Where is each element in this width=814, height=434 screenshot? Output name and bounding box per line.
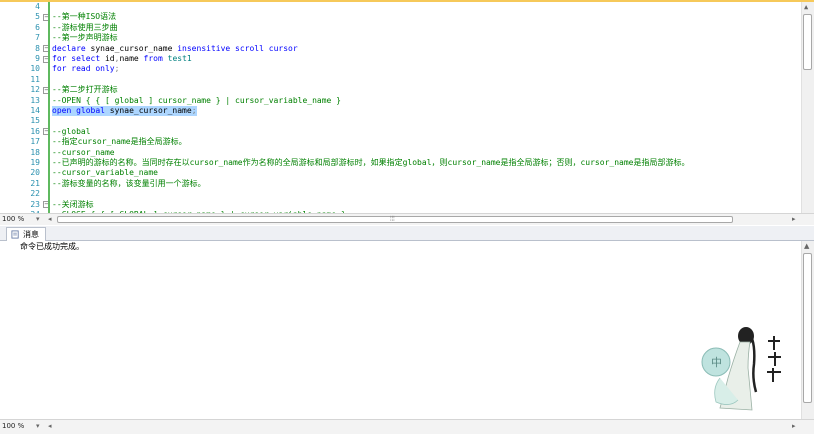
line-number: 9 (35, 54, 40, 63)
code-line[interactable]: --OPEN { { [ global ] cursor_name } | cu… (52, 96, 341, 106)
code-token: synae_cursor_name (85, 43, 178, 53)
messages-vertical-scroll-thumb[interactable] (803, 253, 812, 403)
code-token: id (100, 54, 115, 63)
results-status-bar: 100 % ▾ ◂ ▸ (0, 419, 814, 434)
code-line[interactable]: --已声明的游标的名称。当同时存在以cursor_name作为名称的全局游标和局… (52, 158, 689, 168)
code-token: for select (52, 54, 101, 63)
line-number: 8 (35, 43, 40, 53)
line-number: 12 (30, 85, 40, 95)
code-token: from (143, 54, 163, 63)
editor-vertical-scroll-thumb[interactable] (803, 14, 812, 70)
line-number: 14 (30, 106, 40, 115)
line-number: 17 (30, 137, 40, 147)
code-token: --指定cursor_name是指全局游标。 (52, 137, 187, 147)
messages-vertical-scrollbar[interactable]: ▲ (801, 241, 814, 419)
code-token: --第一种ISO语法 (52, 12, 117, 22)
message-icon (11, 230, 19, 239)
code-token: --游标变量的名称，该变量引用一个游标。 (52, 178, 206, 188)
line-number: 16 (30, 126, 40, 136)
line-number: 11 (30, 74, 40, 84)
editor-vertical-scrollbar[interactable]: ▲ (801, 2, 814, 214)
messages-scroll-left-arrow-icon[interactable]: ◂ (48, 421, 52, 432)
tab-messages-label: 消息 (23, 230, 39, 239)
code-token: open global (52, 106, 105, 115)
code-token: --cursor_variable_name (52, 168, 158, 178)
line-number: 22 (30, 189, 40, 199)
code-line[interactable]: --关闭游标 (52, 200, 94, 210)
line-number: 18 (30, 147, 40, 157)
code-line[interactable]: --global (52, 127, 91, 137)
line-number: 15 (30, 116, 40, 126)
messages-scroll-up-arrow-icon[interactable]: ▲ (804, 241, 809, 252)
line-number: 13 (30, 95, 40, 105)
line-number: 5 (35, 12, 40, 22)
code-token: for read only (52, 64, 115, 74)
code-token: --第二步打开游标 (52, 85, 118, 95)
code-line[interactable]: for read only; (52, 64, 119, 74)
line-number: 20 (30, 168, 40, 178)
code-line[interactable]: --游标变量的名称，该变量引用一个游标。 (52, 179, 206, 189)
code-token: --OPEN { { [ global ] cursor_name } | cu… (52, 95, 341, 105)
editor-horizontal-scroll-thumb[interactable] (57, 216, 733, 223)
results-tab-bar: 消息 (0, 226, 814, 241)
code-line[interactable]: --指定cursor_name是指全局游标。 (52, 137, 187, 147)
line-number: 19 (30, 158, 40, 167)
messages-zoom-level[interactable]: 100 % (2, 420, 24, 433)
code-line[interactable]: --cursor_name (52, 148, 115, 158)
code-line[interactable]: declare synae_cursor_name insensitive sc… (52, 44, 298, 54)
code-token: --global (52, 126, 91, 136)
line-number: 10 (30, 64, 40, 74)
line-number: 21 (30, 178, 40, 188)
tab-messages[interactable]: 消息 (6, 227, 46, 241)
code-token: --已声明的游标的名称。当同时存在以cursor_name作为名称的全局游标和局… (52, 158, 690, 167)
code-token: --cursor_name (52, 147, 115, 157)
code-line[interactable]: --第一种ISO语法 (52, 12, 116, 22)
scroll-up-arrow-icon[interactable]: ▲ (804, 2, 808, 13)
code-token: synae_cursor_name (104, 106, 192, 115)
code-line[interactable]: open global synae_cursor_name; (52, 106, 197, 117)
editor-horizontal-bar: 100 % ▾ ◂ ⦙⦙⦙ ▸ (0, 213, 814, 225)
result-message: 命令已成功完成。 (20, 242, 84, 251)
messages-zoom-dropdown-icon[interactable]: ▾ (36, 421, 40, 432)
line-number: 6 (35, 22, 40, 32)
line-number: 4 (35, 2, 40, 11)
messages-scroll-right-arrow-icon[interactable]: ▸ (792, 421, 796, 432)
line-number: 23 (30, 199, 40, 209)
scroll-right-arrow-icon[interactable]: ▸ (792, 214, 796, 225)
code-line[interactable]: --第一步声明游标 (52, 33, 118, 43)
watermark-seal-text: 中 (711, 356, 722, 369)
code-token: --关闭游标 (52, 199, 94, 209)
line-number-gutter: 456789101112131415161718192021222324 (0, 2, 40, 214)
scroll-grip-icon: ⦙⦙⦙ (390, 215, 395, 223)
editor-zoom-level[interactable]: 100 % (2, 214, 24, 225)
code-token: --游标使用三步曲 (52, 22, 118, 32)
line-number: 7 (35, 33, 40, 43)
code-token: ; (114, 64, 120, 74)
code-line[interactable]: --cursor_variable_name (52, 168, 158, 178)
change-tracking-bar (48, 2, 50, 214)
code-line[interactable]: --游标使用三步曲 (52, 23, 118, 33)
code-token: --第一步声明游标 (52, 33, 118, 43)
code-line[interactable]: --第二步打开游标 (52, 85, 118, 95)
code-line[interactable]: for select id,name from test1 (52, 54, 192, 64)
zoom-dropdown-icon[interactable]: ▾ (36, 214, 40, 225)
code-token: test1 (162, 54, 192, 63)
decorative-character-watermark: 中 (701, 327, 781, 411)
code-token: insensitive scroll cursor (177, 43, 298, 53)
code-token: name (119, 54, 144, 63)
code-token: ; (191, 106, 197, 115)
scroll-left-arrow-icon[interactable]: ◂ (48, 214, 52, 225)
sql-editor[interactable]: 456789101112131415161718192021222324 −--… (0, 0, 814, 214)
messages-pane[interactable]: 命令已成功完成。 ▲ 中 (0, 241, 814, 419)
code-token: declare (52, 43, 86, 53)
